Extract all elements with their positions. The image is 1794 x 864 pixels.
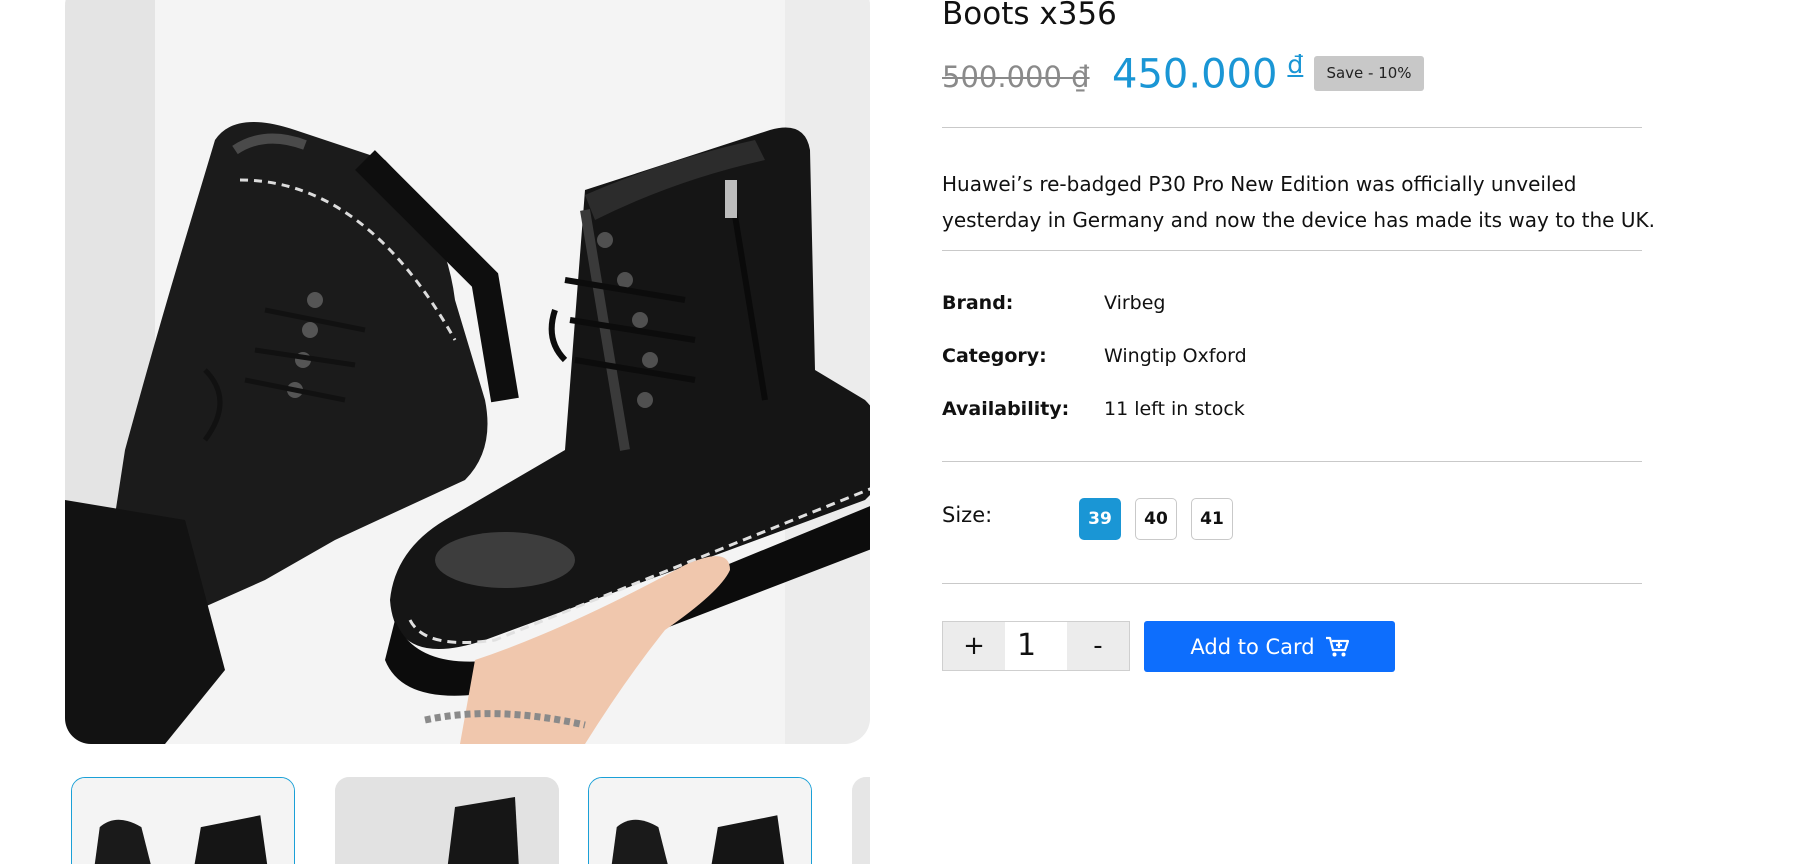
spec-label: Availability: (942, 398, 1070, 420)
save-badge: Save - 10% (1314, 56, 1424, 91)
thumbnail-1[interactable] (71, 777, 295, 864)
add-to-cart-label: Add to Card (1190, 634, 1315, 659)
quantity-stepper: + 1 - (942, 621, 1130, 671)
quantity-decrease-button[interactable]: - (1067, 622, 1129, 670)
divider (942, 461, 1642, 462)
divider (942, 127, 1642, 128)
spec-value: Wingtip Oxford (1104, 345, 1247, 367)
size-option-41[interactable]: 41 (1191, 498, 1233, 540)
boot-thumbnail (589, 778, 811, 864)
boot-thumbnail (852, 777, 870, 864)
cart-plus-icon (1325, 636, 1349, 656)
spec-value: 11 left in stock (1104, 398, 1245, 420)
new-price-value: 450.000 (1112, 51, 1278, 98)
add-to-cart-button[interactable]: Add to Card (1144, 621, 1395, 672)
product-main-image[interactable] (65, 0, 870, 744)
new-price: 450.000 đ (1112, 50, 1303, 97)
size-option-39[interactable]: 39 (1079, 498, 1121, 540)
size-option-40[interactable]: 40 (1135, 498, 1177, 540)
product-title: Boots x356 (942, 0, 1117, 32)
boot-thumbnail (335, 777, 559, 864)
size-label: Size: (942, 503, 993, 527)
spec-label: Category: (942, 345, 1047, 367)
thumbnail-4[interactable] (852, 777, 870, 864)
quantity-increase-button[interactable]: + (943, 622, 1005, 670)
product-description: Huawei’s re-badged P30 Pro New Edition w… (942, 172, 1655, 232)
thumbnail-2[interactable] (335, 777, 559, 864)
quantity-input[interactable]: 1 (1005, 622, 1067, 670)
divider (942, 250, 1642, 251)
divider (942, 583, 1642, 584)
thumbnail-3[interactable] (588, 777, 812, 864)
boot-photo (65, 0, 870, 744)
price-row: 500.000 ₫ 450.000 đ Save - 10% (942, 50, 1542, 98)
spec-label: Brand: (942, 292, 1014, 314)
boot-thumbnail (72, 778, 294, 864)
currency-symbol: đ (1287, 50, 1304, 79)
spec-value: Virbeg (1104, 292, 1166, 314)
old-price: 500.000 ₫ (942, 60, 1090, 94)
thumbnail-strip (65, 775, 870, 864)
